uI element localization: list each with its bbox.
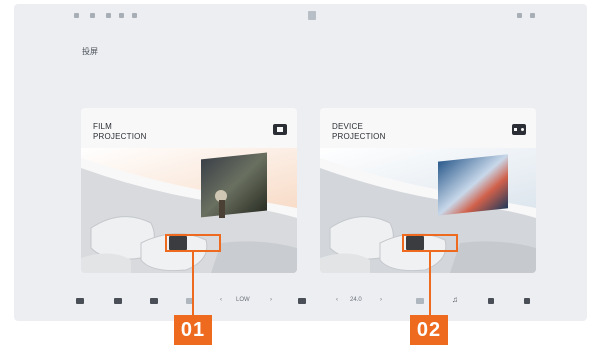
signal-icon xyxy=(74,13,79,18)
music-icon[interactable]: ♫ xyxy=(452,295,458,304)
callout-badge-01: 01 xyxy=(174,315,212,345)
leader-line-01 xyxy=(192,250,194,316)
film-icon xyxy=(273,124,287,135)
leader-line-02 xyxy=(429,250,431,316)
fan-decrease-icon[interactable]: ‹ xyxy=(220,297,222,303)
temp-decrease-icon[interactable]: ‹ xyxy=(336,297,338,303)
film-projection-card[interactable]: FILM PROJECTION xyxy=(81,108,297,273)
fan-level: LOW xyxy=(236,297,250,303)
account-icon xyxy=(530,13,535,18)
apps-grid-icon[interactable] xyxy=(488,298,494,304)
page-title: 投屏 xyxy=(82,47,98,56)
volume-icon xyxy=(132,13,137,18)
card-title: FILM PROJECTION xyxy=(93,122,147,141)
location-icon xyxy=(119,13,124,18)
device-screen xyxy=(438,154,508,216)
notification-icon xyxy=(517,13,522,18)
film-screen xyxy=(201,152,267,218)
film-cabin-illustration xyxy=(81,148,297,273)
device-cabin-illustration xyxy=(320,148,536,273)
device-projection-card[interactable]: DEVICE PROJECTION xyxy=(320,108,536,273)
gamepad-icon xyxy=(512,124,526,135)
callout-badge-02: 02 xyxy=(410,315,448,345)
wifi-icon xyxy=(90,13,95,18)
bluetooth-icon xyxy=(106,13,111,18)
temp-increase-icon[interactable]: › xyxy=(380,297,382,303)
volume-dock-icon[interactable] xyxy=(524,298,530,304)
card-title: DEVICE PROJECTION xyxy=(332,122,386,141)
car-screen: 投屏 FILM PROJECTION DEVICE PROJECTION ‹ L… xyxy=(14,4,587,321)
car-icon[interactable] xyxy=(76,298,84,304)
fan-increase-icon[interactable]: › xyxy=(270,297,272,303)
temperature-value: 24.0 xyxy=(350,297,362,303)
center-logo-icon xyxy=(308,11,316,20)
vehicle-settings-icon[interactable] xyxy=(114,298,122,304)
seat-icon[interactable] xyxy=(150,298,158,304)
climate-icon[interactable] xyxy=(298,298,306,304)
status-item-2 xyxy=(90,13,98,18)
bottom-dock: ‹ LOW › ‹ 24.0 › ♫ xyxy=(14,290,587,314)
seat-heat-icon[interactable] xyxy=(416,298,424,304)
status-bar xyxy=(14,4,587,26)
status-item-1 xyxy=(74,13,82,18)
